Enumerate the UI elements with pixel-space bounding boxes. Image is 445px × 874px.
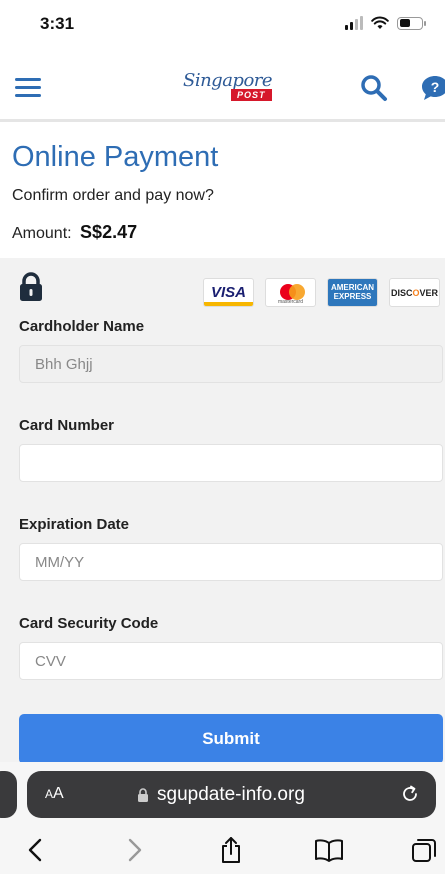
discover-logo-text-b: VER [419, 288, 439, 298]
card-number-input[interactable] [19, 444, 443, 482]
card-logos: VISA mastercard AMERICAN EXPRESS DISCOVE… [203, 278, 440, 307]
amex-logo-line1: AMERICAN [330, 283, 375, 292]
card-number-label: Card Number [19, 417, 115, 434]
battery-icon [397, 16, 426, 30]
cardholder-name-label: Cardholder Name [19, 318, 145, 335]
url-display[interactable]: sgupdate-info.org [137, 784, 305, 806]
svg-text:?: ? [431, 79, 440, 95]
previous-tab-preview[interactable] [0, 771, 17, 818]
logo-script-text: Singapore [183, 70, 273, 91]
expiration-date-input[interactable] [19, 543, 443, 581]
confirm-text: Confirm order and pay now? [12, 187, 214, 204]
status-icons [345, 16, 426, 30]
discover-logo-text-o: O [412, 288, 420, 298]
lock-icon [20, 272, 42, 301]
status-bar: 3:31 [0, 0, 445, 50]
discover-logo-text-a: DISC [390, 288, 413, 298]
amount-row: Amount: S$2.47 [12, 222, 137, 243]
address-bar[interactable]: AA sgupdate-info.org [27, 771, 436, 818]
search-icon[interactable] [360, 74, 388, 102]
mastercard-logo-text: mastercard [277, 299, 303, 305]
status-time: 3:31 [40, 14, 75, 33]
reload-icon[interactable] [400, 784, 420, 804]
cardholder-name-input[interactable] [19, 345, 443, 383]
amex-logo-line2: EXPRESS [333, 292, 372, 301]
padlock-icon [138, 788, 148, 802]
visa-logo-text: VISA [210, 284, 246, 301]
tabs-icon[interactable] [410, 836, 438, 864]
help-chat-icon[interactable]: ? [420, 74, 445, 102]
singapore-post-logo[interactable]: Singapore POST [183, 70, 283, 108]
amount-value: S$2.47 [80, 222, 138, 242]
amount-label: Amount: [12, 225, 72, 242]
text-size-button[interactable]: AA [45, 785, 64, 803]
browser-address-area: AA sgupdate-info.org [0, 762, 445, 826]
back-icon[interactable] [22, 836, 50, 864]
logo-post-text: POST [231, 89, 272, 101]
signal-icon [345, 16, 363, 30]
forward-icon[interactable] [120, 836, 148, 864]
aa-large-letter: A [53, 785, 64, 802]
url-text: sgupdate-info.org [157, 784, 305, 805]
discover-logo: DISCOVER [389, 278, 440, 307]
security-code-label: Card Security Code [19, 615, 159, 632]
bookmarks-icon[interactable] [313, 836, 345, 864]
site-header: Singapore POST ? [0, 50, 445, 122]
visa-logo: VISA [203, 278, 254, 307]
security-code-input[interactable] [19, 642, 443, 680]
submit-button[interactable]: Submit [19, 714, 443, 764]
mastercard-logo: mastercard [265, 278, 316, 307]
wifi-icon [371, 16, 389, 29]
browser-toolbar [0, 826, 445, 874]
amex-logo: AMERICAN EXPRESS [327, 278, 378, 307]
hamburger-menu-icon[interactable] [15, 78, 41, 98]
aa-small-letter: A [45, 787, 54, 801]
payment-panel: VISA mastercard AMERICAN EXPRESS DISCOVE… [0, 258, 445, 778]
share-icon[interactable] [217, 836, 245, 864]
page-title: Online Payment [12, 141, 219, 173]
expiration-date-label: Expiration Date [19, 516, 130, 533]
